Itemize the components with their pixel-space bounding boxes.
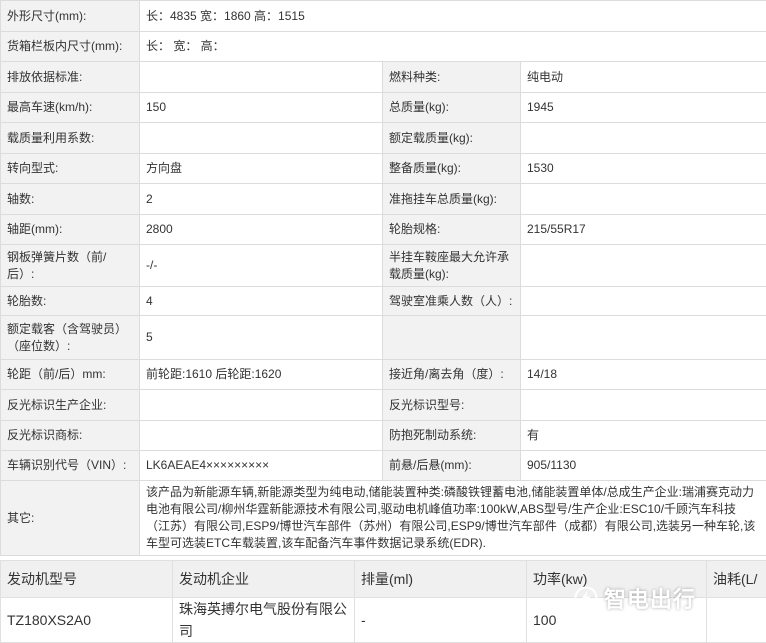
- spec-label: 货箱栏板内尺寸(mm):: [1, 32, 140, 62]
- spec-value: 长：4835 宽：1860 高：1515: [140, 1, 766, 32]
- spec-value: [521, 287, 766, 316]
- spec-row: 载质量利用系数: 额定载质量(kg):: [1, 123, 766, 154]
- spec-label: 轴距(mm):: [1, 215, 140, 245]
- spec-value: [521, 245, 766, 287]
- spec-value: [140, 123, 383, 154]
- spec-value: [521, 316, 766, 360]
- spec-value: [140, 62, 383, 93]
- spec-value: 纯电动: [521, 62, 766, 93]
- engine-header: 油耗(L/: [707, 561, 766, 598]
- spec-value: 14/18: [521, 360, 766, 390]
- spec-row: 轮胎数:4驾驶室准乘人数（人）:: [1, 287, 766, 316]
- spec-value: 该产品为新能源车辆,新能源类型为纯电动,储能装置种类:磷酸铁锂蓄电池,储能装置单…: [140, 481, 766, 556]
- spec-value: 长： 宽： 高：: [140, 32, 766, 62]
- spec-row: 外形尺寸(mm):长：4835 宽：1860 高：1515: [1, 1, 766, 32]
- engine-cell: 珠海英搏尔电气股份有限公司: [173, 598, 355, 643]
- spec-row: 货箱栏板内尺寸(mm):长： 宽： 高：: [1, 32, 766, 62]
- spec-label: 反光标识商标:: [1, 421, 140, 451]
- spec-label: 转向型式:: [1, 154, 140, 184]
- spec-label: 最高车速(km/h):: [1, 93, 140, 123]
- spec-label: 前悬/后悬(mm):: [383, 451, 521, 481]
- spec-value: -/-: [140, 245, 383, 287]
- spec-label: 载质量利用系数:: [1, 123, 140, 154]
- lightning-icon: [574, 586, 598, 610]
- spec-label: 反光标识型号:: [383, 390, 521, 421]
- spec-label: 轴数:: [1, 184, 140, 215]
- spec-label: 钢板弹簧片数（前/后）:: [1, 245, 140, 287]
- spec-value: 5: [140, 316, 383, 360]
- spec-value: [521, 184, 766, 215]
- spec-label: 总质量(kg):: [383, 93, 521, 123]
- spec-label: [383, 316, 521, 360]
- spec-value: [140, 421, 383, 451]
- spec-row: 转向型式:方向盘整备质量(kg):1530: [1, 154, 766, 184]
- spec-label: 排放依据标准:: [1, 62, 140, 93]
- spec-label: 其它:: [1, 481, 140, 556]
- spec-label: 外形尺寸(mm):: [1, 1, 140, 32]
- spec-row: 钢板弹簧片数（前/后）:-/-半挂车鞍座最大允许承载质量(kg):: [1, 245, 766, 287]
- spec-row: 反光标识生产企业: 反光标识型号:: [1, 390, 766, 421]
- spec-value: 有: [521, 421, 766, 451]
- engine-cell: -: [355, 598, 527, 643]
- engine-cell: TZ180XS2A0: [1, 598, 173, 643]
- spec-label: 半挂车鞍座最大允许承载质量(kg):: [383, 245, 521, 287]
- spec-label: 轮胎数:: [1, 287, 140, 316]
- spec-value: 前轮距:1610 后轮距:1620: [140, 360, 383, 390]
- engine-header: 发动机型号: [1, 561, 173, 598]
- spec-value: 2: [140, 184, 383, 215]
- spec-row: 轴距(mm):2800轮胎规格:215/55R17: [1, 215, 766, 245]
- spec-value: 1945: [521, 93, 766, 123]
- spec-value: [521, 390, 766, 421]
- spec-label: 驾驶室准乘人数（人）:: [383, 287, 521, 316]
- spec-label: 准拖挂车总质量(kg):: [383, 184, 521, 215]
- spec-label: 轮胎规格:: [383, 215, 521, 245]
- spec-label: 燃料种类:: [383, 62, 521, 93]
- spec-value: 215/55R17: [521, 215, 766, 245]
- spec-value: 4: [140, 287, 383, 316]
- spec-value: 905/1130: [521, 451, 766, 481]
- spec-value: 2800: [140, 215, 383, 245]
- spec-label: 额定载质量(kg):: [383, 123, 521, 154]
- spec-row: 最高车速(km/h):150总质量(kg):1945: [1, 93, 766, 123]
- engine-cell: [707, 598, 766, 643]
- spec-label: 防抱死制动系统:: [383, 421, 521, 451]
- spec-label: 整备质量(kg):: [383, 154, 521, 184]
- spec-label: 车辆识别代号（VIN）:: [1, 451, 140, 481]
- spec-value: [140, 390, 383, 421]
- spec-row: 排放依据标准: 燃料种类:纯电动: [1, 62, 766, 93]
- engine-header: 发动机企业: [173, 561, 355, 598]
- spec-row: 额定载客（含驾驶员）（座位数）:5: [1, 316, 766, 360]
- watermark: 智电出行: [574, 582, 696, 614]
- spec-value: LK6AEAE4×××××××××: [140, 451, 383, 481]
- spec-row: 轮距（前/后）mm:前轮距:1610 后轮距:1620接近角/离去角（度）:14…: [1, 360, 766, 390]
- spec-row: 车辆识别代号（VIN）:LK6AEAE4×××××××××前悬/后悬(mm):9…: [1, 451, 766, 481]
- spec-label: 轮距（前/后）mm:: [1, 360, 140, 390]
- spec-row: 其它:该产品为新能源车辆,新能源类型为纯电动,储能装置种类:磷酸铁锂蓄电池,储能…: [1, 481, 766, 556]
- spec-row: 轴数:2准拖挂车总质量(kg):: [1, 184, 766, 215]
- vehicle-spec-table: 外形尺寸(mm):长：4835 宽：1860 高：1515货箱栏板内尺寸(mm)…: [0, 0, 766, 556]
- spec-label: 接近角/离去角（度）:: [383, 360, 521, 390]
- spec-value: 150: [140, 93, 383, 123]
- spec-label: 反光标识生产企业:: [1, 390, 140, 421]
- spec-value: 1530: [521, 154, 766, 184]
- watermark-text: 智电出行: [604, 582, 696, 614]
- spec-label: 额定载客（含驾驶员）（座位数）:: [1, 316, 140, 360]
- spec-value: 方向盘: [140, 154, 383, 184]
- spec-row: 反光标识商标: 防抱死制动系统:有: [1, 421, 766, 451]
- engine-header: 排量(ml): [355, 561, 527, 598]
- spec-value: [521, 123, 766, 154]
